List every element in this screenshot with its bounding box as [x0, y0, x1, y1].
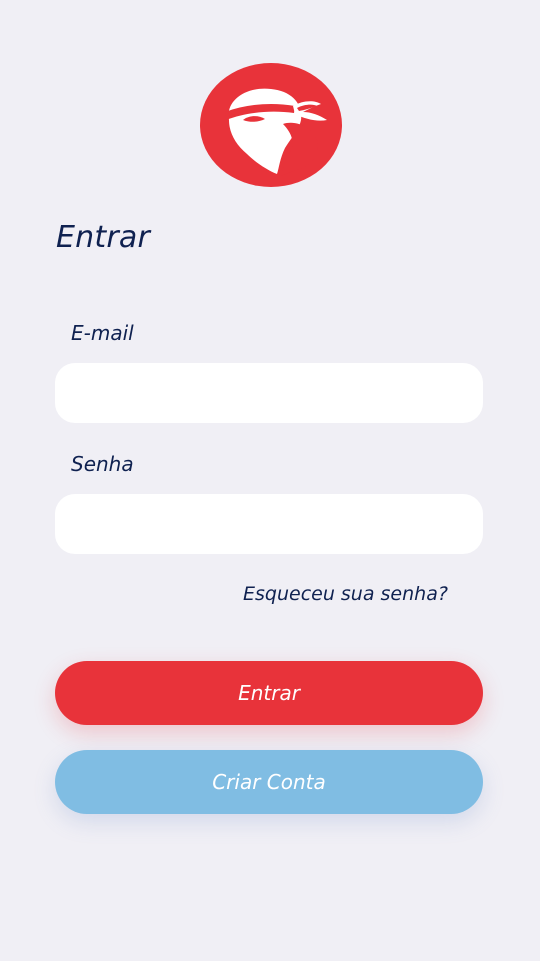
forgot-password-link[interactable]: Esqueceu sua senha? — [243, 583, 448, 605]
email-field[interactable] — [55, 363, 483, 423]
login-button[interactable]: Entrar — [55, 661, 483, 725]
create-account-button[interactable]: Criar Conta — [55, 750, 483, 814]
ninja-bird-logo-icon — [199, 62, 343, 188]
email-label: E-mail — [71, 321, 134, 345]
password-label: Senha — [71, 452, 134, 476]
page-title: Entrar — [56, 220, 150, 255]
password-field[interactable] — [55, 494, 483, 554]
